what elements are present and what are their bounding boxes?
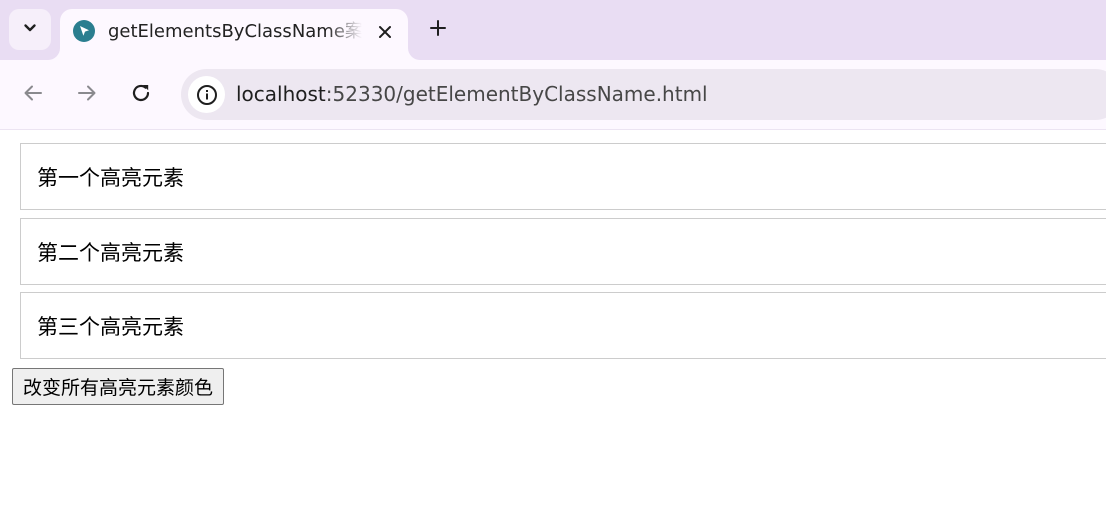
reload-icon [130, 82, 152, 108]
browser-toolbar: localhost:52330/getElementByClassName.ht… [0, 60, 1106, 130]
highlight-element-3: 第三个高亮元素 [20, 292, 1106, 359]
forward-button[interactable] [69, 77, 105, 113]
address-bar[interactable]: localhost:52330/getElementByClassName.ht… [181, 69, 1106, 120]
highlight-element-2: 第二个高亮元素 [20, 218, 1106, 285]
close-icon[interactable] [372, 19, 398, 45]
url-text[interactable]: localhost:52330/getElementByClassName.ht… [236, 81, 708, 108]
cursor-favicon-icon [73, 20, 95, 42]
highlight-element-1: 第一个高亮元素 [20, 143, 1106, 210]
url-host: localhost [236, 82, 326, 106]
forward-arrow-icon [76, 82, 98, 108]
active-tab[interactable]: getElementsByClassName案例 [60, 9, 408, 60]
tab-title: getElementsByClassName案例 [108, 21, 362, 42]
tab-strip: getElementsByClassName案例 [0, 0, 1106, 60]
new-tab-button[interactable] [422, 14, 454, 46]
back-arrow-icon [22, 82, 44, 108]
back-button[interactable] [15, 77, 51, 113]
reload-button[interactable] [123, 77, 159, 113]
tab-search-button[interactable] [9, 9, 51, 50]
url-path: :52330/getElementByClassName.html [325, 82, 708, 106]
chevron-down-icon [22, 20, 38, 40]
info-icon[interactable] [188, 76, 225, 113]
plus-icon [429, 19, 447, 41]
change-color-button[interactable]: 改变所有高亮元素颜色 [12, 368, 225, 405]
